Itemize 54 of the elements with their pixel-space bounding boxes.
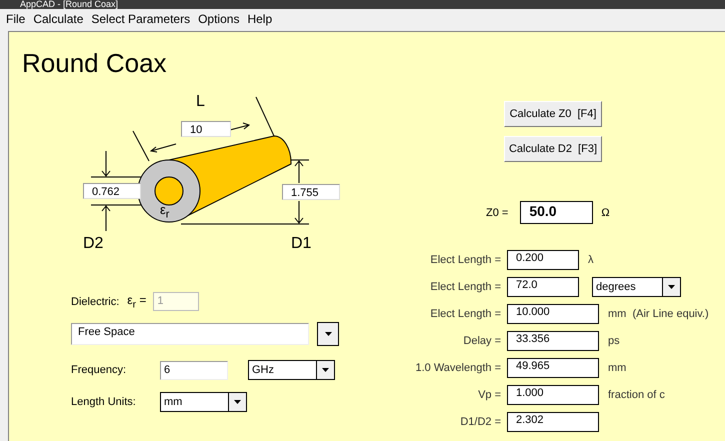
unit-dropdown[interactable]: degrees xyxy=(592,277,681,297)
result-label: D1/D2 = xyxy=(459,416,502,428)
ohm-unit: Ω xyxy=(601,206,610,218)
outer-diameter-label: D1 xyxy=(291,235,312,253)
input-field[interactable]: 1.000 xyxy=(507,385,599,405)
result-label: Delay = xyxy=(462,335,502,347)
menu-item[interactable]: Select Parameters xyxy=(89,12,196,26)
result-label: 1.0 Wavelength = xyxy=(414,362,502,374)
z0-field[interactable]: 50.0 xyxy=(520,201,594,224)
unit-label: mm (Air Line equiv.) xyxy=(608,308,709,320)
input-field[interactable]: 49.965 xyxy=(507,358,599,378)
frequency-unit-dropdown[interactable]: GHz xyxy=(248,360,335,380)
result-label: Elect Length = xyxy=(429,254,502,266)
length-field[interactable]: 10 xyxy=(181,121,231,137)
result-label: Elect Length = xyxy=(429,281,502,293)
caret-icon xyxy=(322,368,329,372)
unit-label: fraction of c xyxy=(608,389,665,401)
menu-item[interactable]: Help xyxy=(245,12,278,26)
calculate-button[interactable]: Calculate Z0 [F4] xyxy=(504,101,602,127)
frequency-field[interactable]: 6 xyxy=(160,360,228,380)
dropdown-button[interactable] xyxy=(316,361,334,379)
dropdown-button[interactable] xyxy=(228,393,246,411)
length-units-label: Length Units: xyxy=(71,396,137,408)
length-units-dropdown[interactable]: mm xyxy=(160,392,247,412)
unit-label: λ xyxy=(588,254,594,266)
input-field[interactable]: 0.200 xyxy=(507,250,579,270)
result-label: Vp = xyxy=(477,389,502,401)
frequency-label: Frequency: xyxy=(71,364,128,376)
calculate-button[interactable]: Calculate D2 [F3] xyxy=(504,136,602,162)
outer-diameter-field[interactable]: 1.755 xyxy=(282,184,340,200)
page-title: Round Coax xyxy=(22,48,167,79)
caret-icon xyxy=(234,400,241,404)
input-field[interactable]: 10.000 xyxy=(507,304,599,324)
dropdown-button[interactable] xyxy=(662,278,680,296)
z0-label: Z0 = xyxy=(486,206,508,218)
input-field[interactable]: 33.356 xyxy=(507,331,599,351)
unit-label: mm xyxy=(608,362,626,374)
menu-item[interactable]: Calculate xyxy=(31,12,90,26)
dielectric-label: Dielectric: xyxy=(71,296,120,308)
window-title: AppCAD - [Round Coax] xyxy=(0,0,725,9)
unit-label: ps xyxy=(608,335,620,347)
result-label: Elect Length = xyxy=(429,308,502,320)
caret-icon xyxy=(668,285,675,289)
dielectric-symbol: ε$_{r}$ xyxy=(160,202,170,221)
input-field[interactable]: 72.0 xyxy=(507,277,579,297)
caret-icon xyxy=(324,332,332,336)
length-label: L xyxy=(196,93,205,111)
dropdown-button[interactable] xyxy=(317,322,339,346)
inner-diameter-field[interactable]: 0.762 xyxy=(83,183,141,199)
menu-item[interactable]: Options xyxy=(196,12,246,26)
inner-diameter-label: D2 xyxy=(83,235,104,253)
menu-item[interactable]: File xyxy=(4,12,32,26)
input-field[interactable]: 2.302 xyxy=(507,412,599,432)
dielectric-symbol: ε$_{r}$ = xyxy=(127,292,146,310)
